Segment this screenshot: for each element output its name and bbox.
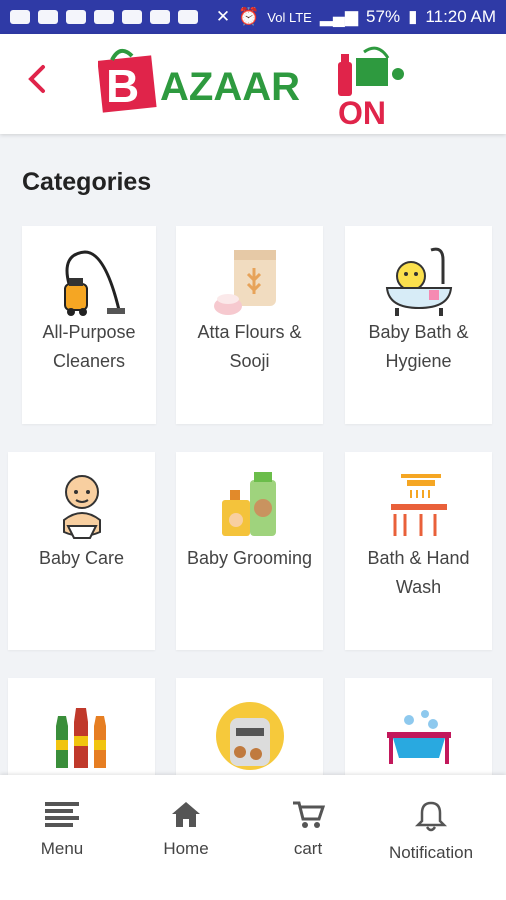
baby-bath-icon bbox=[385, 247, 452, 316]
nav-home-label: Home bbox=[163, 839, 209, 858]
category-label: Baby Grooming bbox=[186, 548, 313, 568]
laundry-basin-icon bbox=[386, 710, 451, 764]
category-label: Atta Flours & Sooji bbox=[197, 322, 302, 371]
nav-menu[interactable]: Menu bbox=[34, 799, 90, 859]
category-label: All-Purpose Cleaners bbox=[42, 322, 136, 371]
mute-icon: ✕ bbox=[215, 7, 231, 26]
menu-icon bbox=[45, 802, 79, 827]
youtube-icon bbox=[122, 10, 142, 24]
logo-b: B bbox=[106, 60, 139, 112]
messenger-icon bbox=[10, 10, 30, 24]
chevron-left-icon bbox=[28, 65, 45, 93]
cookie-jar-icon bbox=[215, 702, 284, 770]
status-time: 11:20 AM bbox=[425, 7, 496, 26]
youtube-icon-2 bbox=[150, 10, 170, 24]
youtube-icon-3 bbox=[178, 10, 198, 24]
status-bar-system: ✕ ⏰ Vol LTE ▂▄▆ 57% ▮ 11:20 AM bbox=[216, 7, 496, 27]
vacuum-cleaner-icon bbox=[64, 250, 125, 316]
bottom-navigation: Menu Home cart Notification bbox=[0, 775, 506, 900]
app-header: B AZAAR ON bbox=[0, 34, 506, 134]
category-label: Baby Care bbox=[38, 548, 125, 568]
logo-on: ON bbox=[338, 95, 386, 126]
nav-cart[interactable]: cart bbox=[286, 799, 330, 859]
back-button[interactable] bbox=[26, 64, 48, 100]
category-card-all-purpose-cleaners[interactable]: All-Purpose Cleaners bbox=[22, 226, 156, 424]
battery-percent: 57% bbox=[366, 7, 401, 26]
battery-icon: ▮ bbox=[408, 7, 418, 26]
categories-title: Categories bbox=[22, 168, 152, 196]
bazaaron-logo: B AZAAR ON bbox=[98, 46, 404, 126]
nav-cart-label: cart bbox=[293, 839, 323, 858]
category-card-baby-bath-hygiene[interactable]: Baby Bath & Hygiene bbox=[345, 226, 492, 424]
logo-main-text: AZAAR bbox=[160, 65, 300, 109]
cart-icon bbox=[293, 801, 325, 828]
status-bar: ✕ ⏰ Vol LTE ▂▄▆ 57% ▮ 11:20 AM bbox=[0, 0, 506, 34]
bottles-icon bbox=[55, 708, 106, 768]
category-label: Baby Bath & Hygiene bbox=[368, 322, 469, 371]
nav-notification-label: Notification bbox=[388, 843, 474, 862]
category-label: Bath & Hand Wash bbox=[367, 548, 470, 597]
flour-bag-icon bbox=[213, 250, 276, 315]
nav-home[interactable]: Home bbox=[156, 799, 216, 859]
volte-label: Vol LTE bbox=[267, 9, 312, 25]
shower-icon bbox=[390, 474, 447, 536]
heart-icon bbox=[66, 10, 86, 24]
bell-icon bbox=[414, 801, 448, 832]
category-card-atta-flours-sooji[interactable]: Atta Flours & Sooji bbox=[176, 226, 323, 424]
alarm-icon: ⏰ bbox=[238, 7, 260, 26]
home-icon bbox=[172, 802, 200, 827]
baby-icon bbox=[62, 475, 101, 539]
gallery-icon bbox=[94, 10, 114, 24]
status-bar-notifications bbox=[10, 10, 198, 24]
baby-grooming-icon bbox=[221, 472, 276, 536]
category-card-baby-grooming[interactable]: Baby Grooming bbox=[176, 452, 323, 650]
category-card-baby-care[interactable]: Baby Care bbox=[8, 452, 155, 650]
nav-notification[interactable]: Notification bbox=[382, 799, 480, 863]
category-card-bath-hand-wash[interactable]: Bath & Hand Wash bbox=[345, 452, 492, 650]
nav-menu-label: Menu bbox=[40, 839, 84, 858]
sim-icon bbox=[38, 10, 58, 24]
signal-icon: ▂▄▆ bbox=[319, 7, 359, 26]
